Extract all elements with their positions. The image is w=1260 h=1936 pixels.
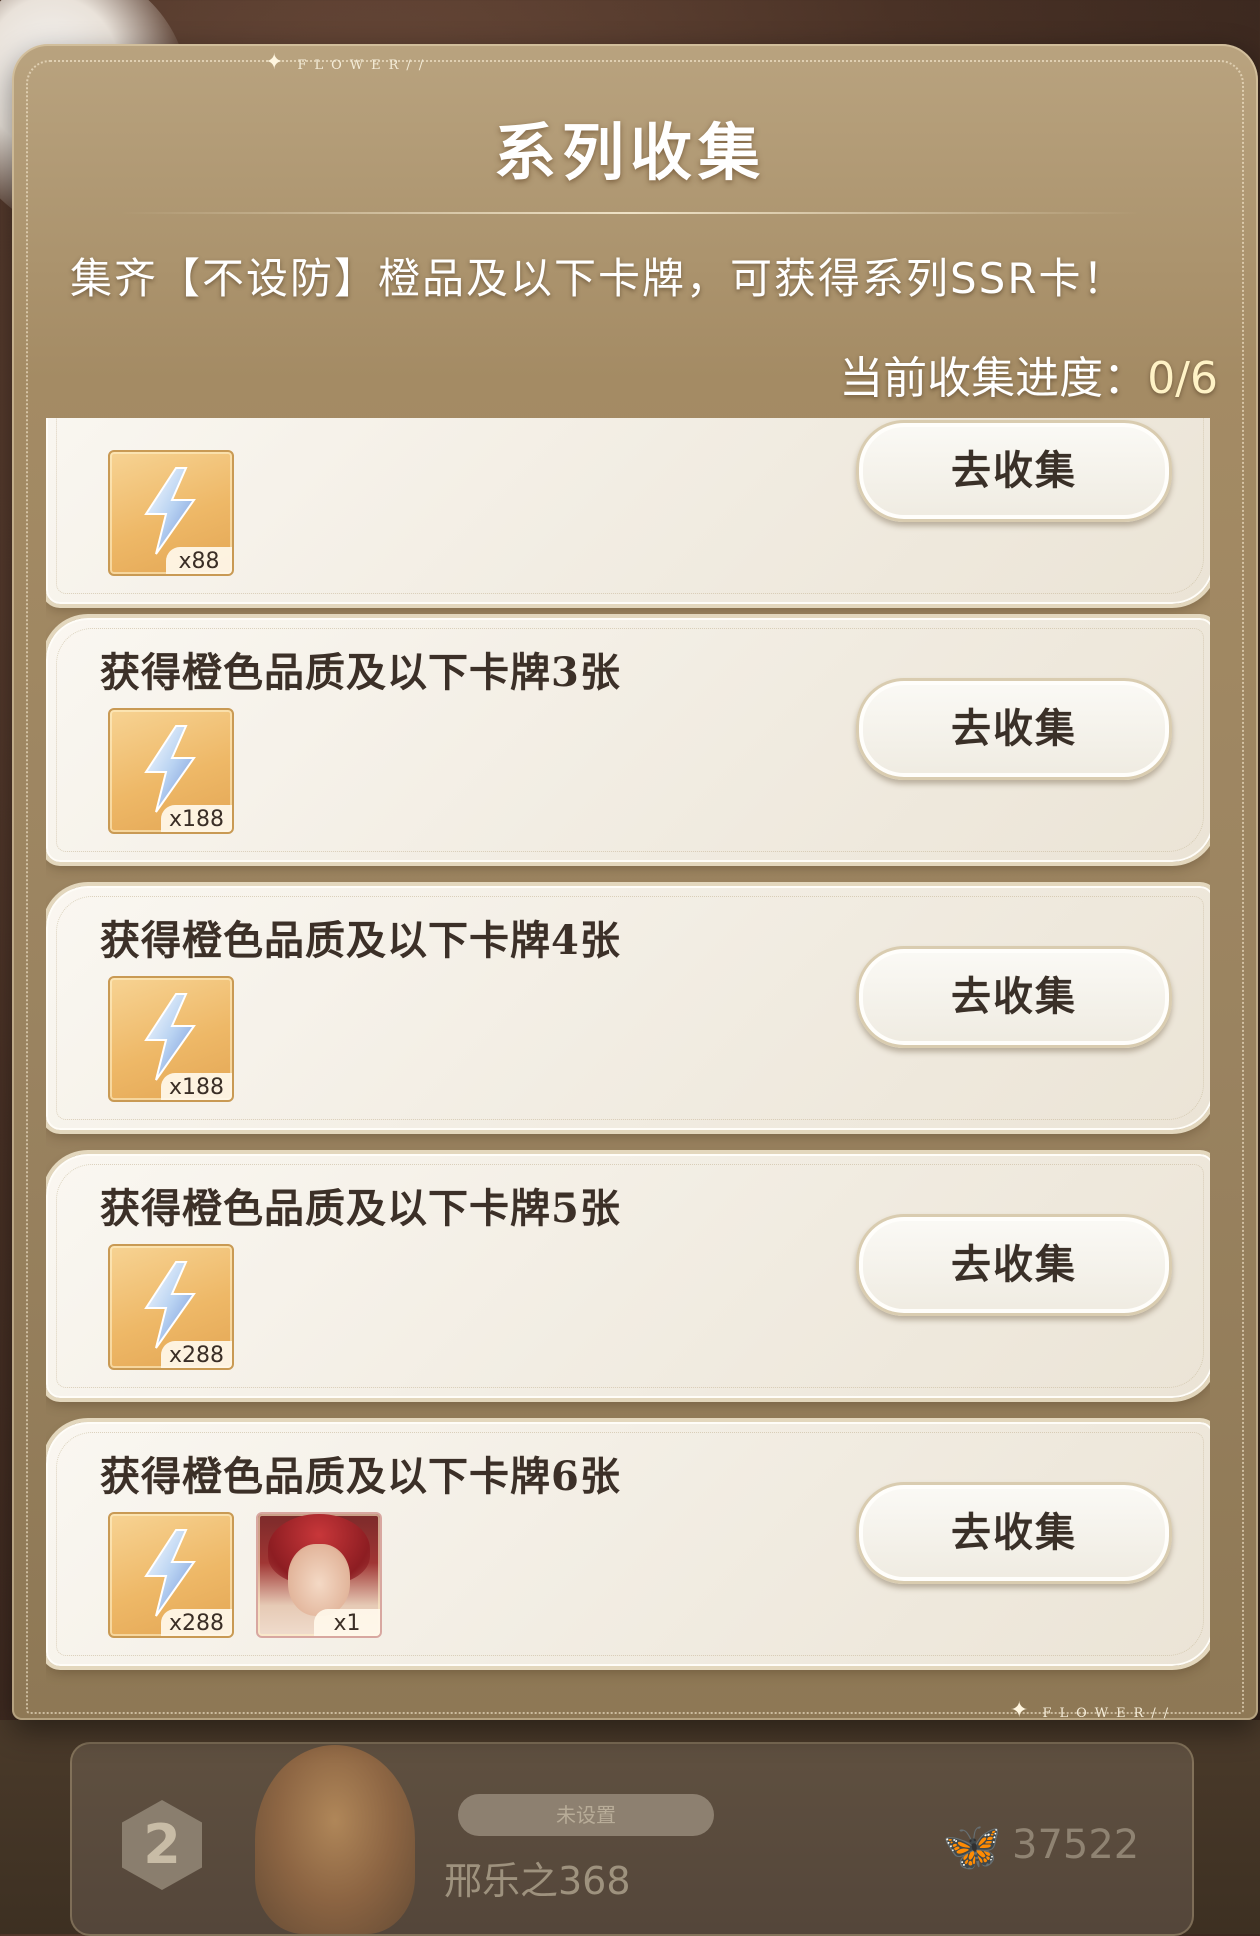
progress-label: 当前收集进度： bbox=[839, 353, 1148, 404]
reward-quantity: x288 bbox=[160, 1341, 232, 1368]
lightning-energy-icon bbox=[144, 725, 196, 813]
reward-quantity: x1 bbox=[314, 1609, 380, 1636]
decor-label-text: FLOWER// bbox=[1042, 1706, 1177, 1721]
collection-progress: 当前收集进度：0/6 bbox=[839, 342, 1218, 406]
decor-label-text: FLOWER// bbox=[297, 58, 432, 73]
reward-item-character[interactable]: x1 bbox=[256, 1512, 382, 1638]
lightning-energy-icon bbox=[144, 993, 196, 1081]
go-collect-button[interactable]: 去收集 bbox=[856, 1482, 1172, 1584]
sparkle-icon: ✦ bbox=[265, 50, 292, 75]
reward-item[interactable]: x188 bbox=[108, 976, 234, 1102]
character-portrait-icon bbox=[288, 1544, 350, 1616]
status-pill: 未设置 bbox=[458, 1794, 714, 1836]
go-collect-button[interactable]: 去收集 bbox=[856, 946, 1172, 1048]
go-collect-button[interactable]: 去收集 bbox=[856, 1214, 1172, 1316]
reward-quantity: x88 bbox=[166, 547, 232, 574]
lightning-energy-icon bbox=[144, 467, 196, 555]
reward-item[interactable]: x288 bbox=[108, 1244, 234, 1370]
reward-list: x288 x1 bbox=[108, 1512, 382, 1638]
lightning-energy-icon bbox=[144, 1261, 196, 1349]
panel-title: 系列收集 bbox=[493, 116, 766, 189]
task-list[interactable]: x88 去收集 获得橙色品质及以下卡牌3张 x188 去收集 获得橙色品质及以下… bbox=[46, 418, 1210, 1688]
reward-quantity: x188 bbox=[160, 805, 232, 832]
sparkle-icon: ✦ bbox=[1010, 1698, 1037, 1723]
reward-item[interactable]: x88 bbox=[108, 450, 234, 576]
task-title: 获得橙色品质及以下卡牌6张 bbox=[100, 1453, 621, 1500]
reward-quantity: x288 bbox=[160, 1609, 232, 1636]
go-collect-button[interactable]: 去收集 bbox=[856, 678, 1172, 780]
flower-decor-label-bottom: ✦ FLOWER// bbox=[1010, 1698, 1176, 1723]
reward-list: x188 bbox=[108, 976, 234, 1102]
lightning-energy-icon bbox=[144, 1529, 196, 1617]
flower-decor-label-top: ✦ FLOWER// bbox=[265, 50, 431, 75]
task-card: 获得橙色品质及以下卡牌6张 x288 x1 去收集 bbox=[46, 1422, 1210, 1666]
collection-description: 集齐【不设防】橙品及以下卡牌，可获得系列SSR卡！ bbox=[70, 254, 1127, 303]
task-title: 获得橙色品质及以下卡牌4张 bbox=[100, 917, 621, 964]
task-title: 获得橙色品质及以下卡牌5张 bbox=[100, 1185, 621, 1232]
task-card: 获得橙色品质及以下卡牌3张 x188 去收集 bbox=[46, 618, 1210, 862]
reward-item[interactable]: x188 bbox=[108, 708, 234, 834]
reward-item[interactable]: x288 bbox=[108, 1512, 234, 1638]
reward-list: x288 bbox=[108, 1244, 234, 1370]
task-title: 获得橙色品质及以下卡牌3张 bbox=[100, 649, 621, 696]
reward-list: x188 bbox=[108, 708, 234, 834]
reward-quantity: x188 bbox=[160, 1073, 232, 1100]
player-name: 邢乐之368 bbox=[444, 1859, 631, 1903]
task-card: 获得橙色品质及以下卡牌4张 x188 去收集 bbox=[46, 886, 1210, 1130]
progress-value: 0/6 bbox=[1147, 353, 1218, 404]
task-card: 获得橙色品质及以下卡牌5张 x288 去收集 bbox=[46, 1154, 1210, 1398]
player-score: 37522 bbox=[1012, 1822, 1140, 1868]
task-card: x88 去收集 bbox=[46, 418, 1210, 604]
title-divider bbox=[120, 212, 1140, 214]
player-avatar bbox=[255, 1745, 415, 1934]
go-collect-button[interactable]: 去收集 bbox=[856, 420, 1172, 522]
reward-list: x88 bbox=[108, 450, 234, 576]
butterfly-icon: 🦋 bbox=[942, 1819, 1002, 1875]
